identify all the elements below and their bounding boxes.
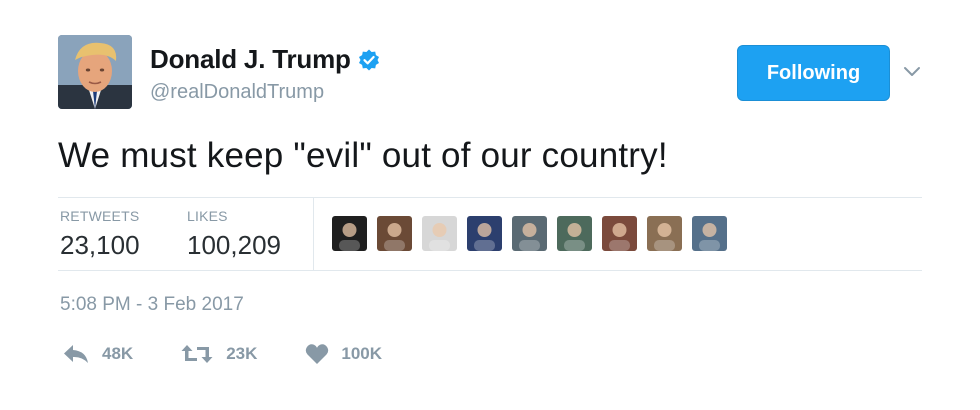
author-avatar[interactable] [58, 35, 132, 109]
author-name-row: Donald J. Trump [150, 44, 381, 75]
retweets-value: 23,100 [60, 230, 140, 260]
retweet-button[interactable]: 23K [180, 342, 257, 366]
retweets-label: RETWEETS [60, 208, 140, 224]
likes-value: 100,209 [187, 230, 281, 260]
likes-stat[interactable]: LIKES 100,209 [187, 208, 281, 261]
like-button[interactable]: 100K [305, 343, 382, 365]
chevron-down-icon[interactable] [900, 60, 924, 84]
liker-avatar-8-icon[interactable] [647, 216, 682, 251]
retweets-stat[interactable]: RETWEETS 23,100 [60, 208, 140, 261]
verified-badge-icon [357, 48, 381, 72]
liker-avatar-3-icon[interactable] [422, 216, 457, 251]
author-name[interactable]: Donald J. Trump [150, 44, 351, 75]
avatar-photo-icon [58, 35, 132, 109]
author-info: Donald J. Trump @realDonaldTrump [150, 44, 381, 104]
liker-avatar-4-icon[interactable] [467, 216, 502, 251]
liker-avatar-5-icon[interactable] [512, 216, 547, 251]
following-button[interactable]: Following [737, 45, 890, 101]
reply-icon [62, 342, 90, 366]
retweet-icon [180, 342, 214, 366]
liker-avatar-2-icon[interactable] [377, 216, 412, 251]
liker-avatar-1-icon[interactable] [332, 216, 367, 251]
stats-separator [313, 198, 314, 270]
tweet-text: We must keep "evil" out of our country! [58, 136, 668, 175]
liker-avatar-7-icon[interactable] [602, 216, 637, 251]
likes-label: LIKES [187, 208, 228, 224]
heart-icon [305, 343, 329, 365]
liker-avatar-9-icon[interactable] [692, 216, 727, 251]
reply-count: 48K [102, 344, 134, 363]
tweet-timestamp[interactable]: 5:08 PM - 3 Feb 2017 [60, 294, 244, 316]
retweet-count: 23K [226, 344, 258, 363]
tweet-actions: 48K 23K 100K [62, 342, 382, 366]
stats-divider-bottom [58, 270, 922, 271]
stats-divider-top [58, 197, 922, 198]
like-count: 100K [341, 344, 383, 363]
author-handle[interactable]: @realDonaldTrump [150, 81, 381, 104]
reply-button[interactable]: 48K [62, 342, 133, 366]
liker-avatar-6-icon[interactable] [557, 216, 592, 251]
likers-avatars [332, 216, 737, 251]
